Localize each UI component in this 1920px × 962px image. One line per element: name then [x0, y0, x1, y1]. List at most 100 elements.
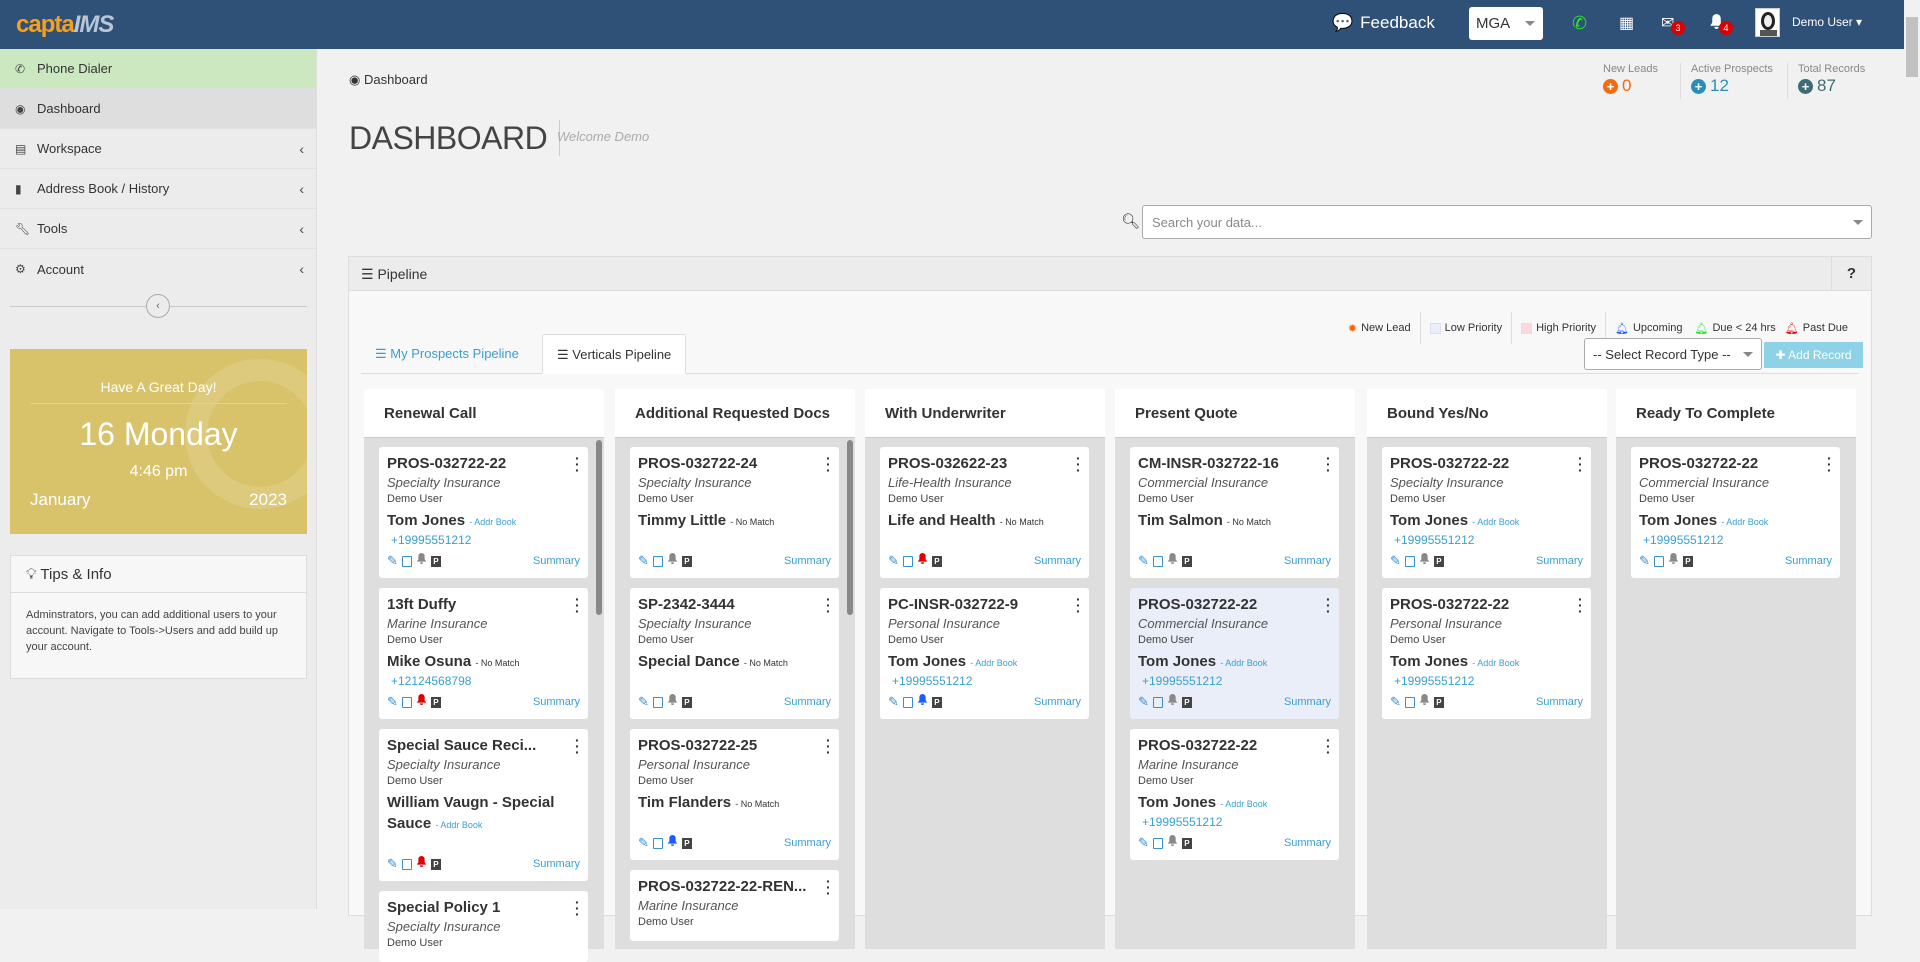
- bell-icon[interactable]: [1668, 552, 1679, 570]
- note-icon[interactable]: [1152, 555, 1163, 567]
- policy-icon[interactable]: P: [430, 555, 441, 567]
- more-options-icon[interactable]: · · ·: [575, 733, 580, 759]
- page-scrollbar[interactable]: [1904, 0, 1920, 909]
- card-title[interactable]: PROS-032722-22: [1390, 596, 1583, 616]
- column-scrollbar[interactable]: [847, 440, 853, 615]
- note-icon[interactable]: [401, 555, 412, 567]
- policy-icon[interactable]: P: [931, 555, 942, 567]
- pipeline-card[interactable]: PROS-032722-25 · · · Personal Insurance Demo …: [630, 729, 839, 860]
- add-record-button[interactable]: ✚ Add Record: [1764, 342, 1863, 368]
- bell-icon[interactable]: [1419, 693, 1430, 711]
- card-title[interactable]: PROS-032722-22: [1639, 455, 1832, 475]
- card-phone[interactable]: [387, 836, 580, 855]
- card-phone[interactable]: [1138, 533, 1331, 552]
- more-options-icon[interactable]: · · ·: [1827, 451, 1832, 477]
- card-title[interactable]: PROS-032722-22: [387, 455, 580, 475]
- contact-match[interactable]: - Addr Book: [435, 820, 482, 830]
- summary-link[interactable]: Summary: [784, 837, 831, 849]
- column-scrollbar[interactable]: [596, 440, 602, 615]
- more-options-icon[interactable]: · · ·: [826, 733, 831, 759]
- pencil-icon[interactable]: ✎: [1390, 553, 1401, 569]
- bell-icon[interactable]: [667, 834, 678, 852]
- policy-icon[interactable]: P: [681, 555, 692, 567]
- scrollbar-thumb[interactable]: [1906, 17, 1918, 77]
- card-title[interactable]: PROS-032722-22-REN...: [638, 878, 831, 898]
- policy-icon[interactable]: P: [1433, 555, 1444, 567]
- more-options-icon[interactable]: · · ·: [826, 592, 831, 618]
- card-title[interactable]: PROS-032722-22: [1138, 737, 1331, 757]
- stat-active-prospects[interactable]: Active Prospects +12: [1680, 63, 1783, 99]
- contact-match[interactable]: - Addr Book: [1472, 517, 1519, 527]
- bell-icon[interactable]: [917, 693, 928, 711]
- pipeline-card[interactable]: CM-INSR-032722-16 · · · Commercial Insurance…: [1130, 447, 1339, 578]
- tab-verticals-pipeline[interactable]: ☰ Verticals Pipeline: [542, 334, 687, 374]
- pencil-icon[interactable]: ✎: [387, 694, 398, 710]
- card-title[interactable]: PC-INSR-032722-9: [888, 596, 1081, 616]
- card-phone[interactable]: +19995551212: [1639, 533, 1832, 552]
- card-title[interactable]: Special Policy 1: [387, 899, 580, 919]
- more-options-icon[interactable]: · · ·: [575, 451, 580, 477]
- card-title[interactable]: PROS-032722-22: [1138, 596, 1331, 616]
- note-icon[interactable]: [1404, 696, 1415, 708]
- policy-icon[interactable]: P: [681, 837, 692, 849]
- breadcrumb-item[interactable]: Dashboard: [364, 72, 428, 87]
- card-title[interactable]: CM-INSR-032722-16: [1138, 455, 1331, 475]
- policy-icon[interactable]: P: [430, 696, 441, 708]
- note-icon[interactable]: [652, 837, 663, 849]
- note-icon[interactable]: [401, 858, 412, 870]
- card-phone[interactable]: +19995551212: [1138, 815, 1331, 834]
- record-type-select[interactable]: -- Select Record Type --: [1584, 338, 1762, 370]
- card-title[interactable]: PROS-032622-23: [888, 455, 1081, 475]
- note-icon[interactable]: [401, 696, 412, 708]
- summary-link[interactable]: Summary: [1284, 696, 1331, 708]
- pipeline-card[interactable]: PROS-032722-22 · · · Personal Insurance Demo …: [1382, 588, 1591, 719]
- bell-icon[interactable]: [1167, 834, 1178, 852]
- card-title[interactable]: Special Sauce Reci...: [387, 737, 580, 757]
- card-phone[interactable]: +19995551212: [1390, 674, 1583, 693]
- more-options-icon[interactable]: · · ·: [575, 895, 580, 921]
- bell-icon[interactable]: [1419, 552, 1430, 570]
- summary-link[interactable]: Summary: [784, 696, 831, 708]
- pencil-icon[interactable]: ✎: [888, 553, 899, 569]
- pipeline-card[interactable]: PROS-032722-24 · · · Specialty Insurance Demo…: [630, 447, 839, 578]
- contact-match[interactable]: - Addr Book: [1220, 799, 1267, 809]
- card-phone[interactable]: [638, 674, 831, 693]
- note-icon[interactable]: [1152, 837, 1163, 849]
- pipeline-card[interactable]: Special Policy 1 · · · Specialty Insurance De…: [379, 891, 588, 962]
- note-icon[interactable]: [1404, 555, 1415, 567]
- help-button[interactable]: ?: [1831, 257, 1871, 290]
- note-icon[interactable]: [1152, 696, 1163, 708]
- contact-match[interactable]: - Addr Book: [1472, 658, 1519, 668]
- contact-match[interactable]: - Addr Book: [469, 517, 516, 527]
- more-options-icon[interactable]: · · ·: [1326, 592, 1331, 618]
- summary-link[interactable]: Summary: [1284, 837, 1331, 849]
- stat-new-leads[interactable]: New Leads +0: [1593, 63, 1668, 99]
- policy-icon[interactable]: P: [1181, 837, 1192, 849]
- more-options-icon[interactable]: · · ·: [826, 451, 831, 477]
- policy-icon[interactable]: P: [1682, 555, 1693, 567]
- card-title[interactable]: PROS-032722-25: [638, 737, 831, 757]
- note-icon[interactable]: [902, 696, 913, 708]
- pipeline-card[interactable]: PROS-032722-22-REN... · · · Marine Insurance…: [630, 870, 839, 941]
- organization-select[interactable]: MGA: [1469, 7, 1543, 40]
- contact-match[interactable]: - Addr Book: [1220, 658, 1267, 668]
- bell-icon[interactable]: [1167, 552, 1178, 570]
- pencil-icon[interactable]: ✎: [638, 553, 649, 569]
- feedback-button[interactable]: 💬 Feedback: [1332, 13, 1435, 33]
- sidebar-item-dashboard[interactable]: ◉ Dashboard: [0, 89, 316, 129]
- sidebar-item-account[interactable]: ⚙ Account ‹: [0, 249, 316, 289]
- bell-icon[interactable]: [416, 693, 427, 711]
- pipeline-card[interactable]: PC-INSR-032722-9 · · · Personal Insurance Dem…: [880, 588, 1089, 719]
- policy-icon[interactable]: P: [430, 858, 441, 870]
- policy-icon[interactable]: P: [1181, 555, 1192, 567]
- sidebar-item-address-book[interactable]: ▮ Address Book / History ‹: [0, 169, 316, 209]
- bell-icon[interactable]: [917, 552, 928, 570]
- more-options-icon[interactable]: · · ·: [1326, 451, 1331, 477]
- user-menu[interactable]: Demo User ▾: [1792, 15, 1862, 29]
- pencil-icon[interactable]: ✎: [638, 694, 649, 710]
- bell-icon[interactable]: [667, 693, 678, 711]
- summary-link[interactable]: Summary: [1536, 696, 1583, 708]
- stat-total-records[interactable]: Total Records +87: [1787, 63, 1875, 99]
- sidebar-item-tools[interactable]: 🔧︎ Tools ‹: [0, 209, 316, 249]
- card-title[interactable]: PROS-032722-24: [638, 455, 831, 475]
